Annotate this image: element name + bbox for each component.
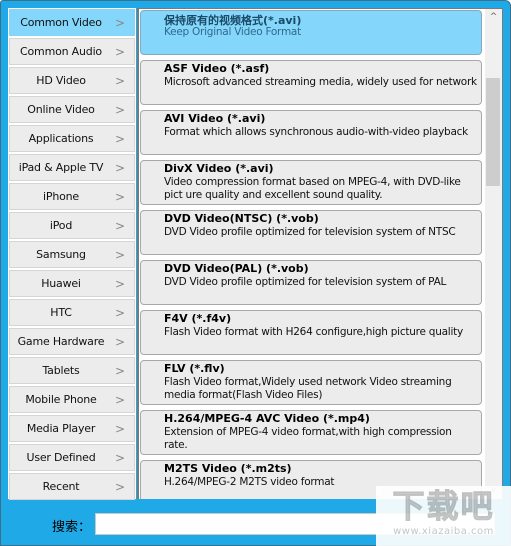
format-title: ASF Video (*.asf) xyxy=(164,62,270,75)
category-item-samsung[interactable]: Samsung > xyxy=(9,241,135,268)
chevron-right-icon: > xyxy=(114,190,125,204)
format-description: DVD Video profile optimized for televisi… xyxy=(164,226,456,238)
chevron-right-icon: > xyxy=(114,45,125,59)
format-item[interactable]: H.264/MPEG-4 AVC Video (*.mp4) Extension … xyxy=(140,410,482,455)
format-item[interactable]: FLV (*.flv) Flash Video format,Widely use… xyxy=(140,360,482,405)
search-input[interactable] xyxy=(95,513,495,535)
category-label: iPod xyxy=(49,219,73,232)
chevron-right-icon: > xyxy=(114,451,125,465)
format-item[interactable]: ASF Video (*.asf) Microsoft advanced stre… xyxy=(140,60,482,105)
format-description: Video compression format based on MPEG-4… xyxy=(164,176,461,201)
format-description: Flash Video format with H264 configure,h… xyxy=(164,326,463,338)
format-list: 保持原有的视频格式(*.avi) Keep Original Video Form… xyxy=(137,8,503,499)
category-item-common-audio[interactable]: Common Audio > xyxy=(9,38,135,65)
category-label: Common Audio xyxy=(20,45,102,58)
chevron-right-icon: > xyxy=(114,364,125,378)
category-label: iPhone xyxy=(43,190,79,203)
category-item-hd-video[interactable]: HD Video > xyxy=(9,67,135,94)
chevron-right-icon: > xyxy=(114,219,125,233)
chevron-right-icon: > xyxy=(114,132,125,146)
category-item-user-defined[interactable]: User Defined > xyxy=(9,444,135,471)
format-description: Format which allows synchronous audio-wi… xyxy=(164,126,468,138)
format-description: Extension of MPEG-4 video format,with hi… xyxy=(164,426,452,451)
format-description: Microsoft advanced streaming media, wide… xyxy=(164,76,477,88)
format-item[interactable]: DVD Video(NTSC) (*.vob) DVD Video profile… xyxy=(140,210,482,255)
category-item-recent[interactable]: Recent > xyxy=(9,473,135,500)
format-title: DVD Video(PAL) (*.vob) xyxy=(164,262,309,275)
format-item[interactable]: DVD Video(PAL) (*.vob) DVD Video profile … xyxy=(140,260,482,305)
category-item-media-player[interactable]: Media Player > xyxy=(9,415,135,442)
category-label: Applications xyxy=(28,132,94,145)
format-description: Flash Video format,Widely used network V… xyxy=(164,376,452,401)
category-item-ipod[interactable]: iPod > xyxy=(9,212,135,239)
format-title: AVI Video (*.avi) xyxy=(164,112,266,125)
chevron-right-icon: > xyxy=(114,74,125,88)
category-item-mobile-phone[interactable]: Mobile Phone > xyxy=(9,386,135,413)
format-title: DivX Video (*.avi) xyxy=(164,162,274,175)
category-label: Common Video xyxy=(20,16,102,29)
category-item-game-hardware[interactable]: Game Hardware > xyxy=(9,328,135,355)
category-label: Samsung xyxy=(36,248,86,261)
format-picker-window: Common Video > Common Audio > HD Video > Onlin… xyxy=(0,0,511,546)
chevron-right-icon: > xyxy=(114,393,125,407)
chevron-right-icon: > xyxy=(114,335,125,349)
scroll-down-icon[interactable]: v xyxy=(485,482,502,499)
format-item[interactable]: F4V (*.f4v) Flash Video format with H264 … xyxy=(140,310,482,355)
category-item-online-video[interactable]: Online Video > xyxy=(9,96,135,123)
category-label: HTC xyxy=(50,306,72,319)
category-label: iPad & Apple TV xyxy=(18,161,104,174)
chevron-right-icon: > xyxy=(114,306,125,320)
format-title: M2TS Video (*.m2ts) xyxy=(164,462,292,475)
category-list: Common Video > Common Audio > HD Video > Onlin… xyxy=(8,8,136,500)
category-label: Huawei xyxy=(41,277,81,290)
category-item-tablets[interactable]: Tablets > xyxy=(9,357,135,384)
category-item-htc[interactable]: HTC > xyxy=(9,299,135,326)
chevron-right-icon: > xyxy=(114,161,125,175)
category-item-huawei[interactable]: Huawei > xyxy=(9,270,135,297)
category-item-applications[interactable]: Applications > xyxy=(9,125,135,152)
format-description: DVD Video profile optimized for televisi… xyxy=(164,276,447,288)
format-title: FLV (*.flv) xyxy=(164,362,225,375)
chevron-right-icon: > xyxy=(114,248,125,262)
category-label: Game Hardware xyxy=(17,335,105,348)
format-item[interactable]: AVI Video (*.avi) Format which allows syn… xyxy=(140,110,482,155)
chevron-right-icon: > xyxy=(114,422,125,436)
format-list-scrollbar[interactable]: ^ v xyxy=(485,9,502,499)
chevron-right-icon: > xyxy=(114,103,125,117)
category-label: Tablets xyxy=(42,364,80,377)
format-item[interactable]: M2TS Video (*.m2ts) H.264/MPEG-2 M2TS vid… xyxy=(140,460,482,499)
category-item-iphone[interactable]: iPhone > xyxy=(9,183,135,210)
scroll-up-icon[interactable]: ^ xyxy=(485,9,502,26)
format-title: DVD Video(NTSC) (*.vob) xyxy=(164,212,319,225)
chevron-right-icon: > xyxy=(114,480,125,494)
chevron-right-icon: > xyxy=(114,16,125,30)
chevron-right-icon: > xyxy=(114,277,125,291)
category-label: Online Video xyxy=(27,103,95,116)
format-item[interactable]: 保持原有的视频格式(*.avi) Keep Original Video Form… xyxy=(140,10,482,55)
scroll-thumb[interactable] xyxy=(486,78,500,186)
format-description: H.264/MPEG-2 M2TS video format xyxy=(164,476,335,488)
search-label: 搜索： xyxy=(52,520,92,535)
category-item-common-video[interactable]: Common Video > xyxy=(9,9,135,36)
category-label: HD Video xyxy=(36,74,86,87)
category-label: Media Player xyxy=(26,422,96,435)
category-item-ipad-apple-tv[interactable]: iPad & Apple TV > xyxy=(9,154,135,181)
category-label: Recent xyxy=(42,480,80,493)
format-title: H.264/MPEG-4 AVC Video (*.mp4) xyxy=(164,412,370,425)
category-label: User Defined xyxy=(26,451,96,464)
format-title: F4V (*.f4v) xyxy=(164,312,232,325)
format-item[interactable]: DivX Video (*.avi) Video compression form… xyxy=(140,160,482,205)
category-label: Mobile Phone xyxy=(25,393,97,406)
format-description: Keep Original Video Format xyxy=(164,26,301,38)
